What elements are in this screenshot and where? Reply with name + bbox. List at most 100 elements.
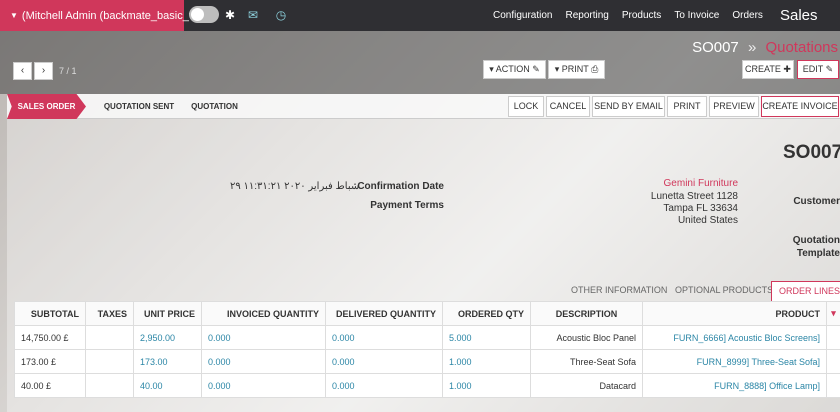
table-row[interactable]: 173.00 £ 173.00 0.000 0.000 1.000 Three-… [14,349,840,374]
caret-down-icon: ▼ [10,11,18,20]
cell-description: Three-Seat Sofa [530,349,643,374]
print-dropdown-button[interactable]: ▾ PRINT ⎙ [548,60,605,79]
column-header-unit-price[interactable]: UNIT PRICE [133,301,202,326]
column-header-subtotal[interactable]: SUBTOTAL [14,301,86,326]
tab-other-information[interactable]: OTHER INFORMATION [571,281,667,301]
cell-product[interactable]: FURN_8888] Office Lamp] [642,373,827,398]
create-button[interactable]: CREATE ✚ [742,60,794,79]
status-sales-order[interactable]: SALES ORDER [7,94,86,119]
column-header-product[interactable]: PRODUCT [642,301,827,326]
order-lines-table: SUBTOTAL TAXES UNIT PRICE INVOICED QUANT… [14,301,840,398]
tab-order-lines[interactable]: ORDER LINES [771,281,840,301]
cell-empty [826,349,840,374]
control-panel: SO007 » Quotations ‹ › 7 / 1 ▾ ACTION ✎ … [0,31,840,94]
cell-empty [826,325,840,350]
menu-configuration[interactable]: Configuration [493,10,552,21]
cell-ordered-qty: 1.000 [442,349,531,374]
breadcrumb: SO007 » Quotations [692,39,838,56]
menu-to-invoice[interactable]: To Invoice [674,10,719,21]
customer-address-line: Tampa FL 33634 [663,203,738,214]
page-title: SO007 [783,142,840,163]
pager-next-button[interactable]: › [34,62,53,80]
cell-invoiced-quantity: 0.000 [201,325,326,350]
print-label: PRINT [561,64,589,74]
cell-taxes [85,349,134,374]
clock-icon[interactable]: ◷ [273,7,289,23]
quotation-template-label: Template [796,248,840,259]
cell-taxes [85,373,134,398]
cell-delivered-quantity: 0.000 [325,373,443,398]
wrench-icon: ✎ [532,64,540,74]
pencil-icon: ✎ [825,64,834,74]
customer-label: Customer [793,196,840,207]
caret-down-icon: ▾ [554,64,560,74]
table-header-row: SUBTOTAL TAXES UNIT PRICE INVOICED QUANT… [14,301,840,326]
pager-value[interactable]: 7 / 1 [59,66,77,76]
optional-columns-caret-icon[interactable]: ▾ [826,301,840,326]
status-quotation-sent[interactable]: QUOTATION SENT [95,94,183,119]
cell-empty [826,373,840,398]
chat-icon[interactable]: ✉ [245,7,261,23]
customer-name-link[interactable]: Gemini Furniture [600,178,738,189]
send-by-email-button[interactable]: SEND BY EMAIL [592,96,665,117]
menu-orders[interactable]: Orders [732,10,763,21]
breadcrumb-separator: » [747,39,757,56]
cell-subtotal: 14,750.00 £ [14,325,86,350]
cell-ordered-qty: 5.000 [442,325,531,350]
cell-description: Acoustic Bloc Panel [530,325,643,350]
cancel-button[interactable]: CANCEL [546,96,590,117]
pager-prev-button[interactable]: ‹ [13,62,32,80]
menu-reporting[interactable]: Reporting [565,10,608,21]
column-header-taxes[interactable]: TAXES [85,301,134,326]
cell-subtotal: 40.00 £ [14,373,86,398]
confirmation-date-label: Confirmation Date [357,181,444,192]
cell-subtotal: 173.00 £ [14,349,86,374]
confirmation-date-value: ۲۹ شباط فبراير ۲۰۲۰ ۱۱:۳۱:۲۱ [230,181,360,192]
cell-invoiced-quantity: 0.000 [201,373,326,398]
column-header-description[interactable]: DESCRIPTION [530,301,643,326]
breadcrumb-current: SO007 [692,39,739,56]
cell-invoiced-quantity: 0.000 [201,349,326,374]
cell-unit-price: 173.00 [133,349,202,374]
bug-icon[interactable]: ✱ [222,7,238,23]
menu-products[interactable]: Products [622,10,661,21]
action-dropdown-button[interactable]: ▾ ACTION ✎ [483,60,546,79]
cell-unit-price: 2,950.00 [133,325,202,350]
cell-ordered-qty: 1.000 [442,373,531,398]
column-header-delivered-quantity[interactable]: DELIVERED QUANTITY [325,301,443,326]
cell-delivered-quantity: 0.000 [325,349,443,374]
cell-delivered-quantity: 0.000 [325,325,443,350]
payment-terms-label: Payment Terms [370,200,444,211]
create-invoice-button[interactable]: CREATE INVOICE [761,96,839,117]
tab-optional-products[interactable]: OPTIONAL PRODUCTS [675,281,773,301]
cell-product[interactable]: FURN_8999] Three-Seat Sofa] [642,349,827,374]
status-quotation[interactable]: QUOTATION [187,94,242,119]
action-label: ACTION [495,64,530,74]
breadcrumb-quotations[interactable]: Quotations [765,39,838,56]
plus-icon: ✚ [783,64,791,74]
table-row[interactable]: 40.00 £ 40.00 0.000 0.000 1.000 Datacard… [14,373,840,398]
column-header-invoiced-quantity[interactable]: INVOICED QUANTITY [201,301,326,326]
customer-address-line: Lunetta Street 1128 [650,191,738,202]
lock-button[interactable]: LOCK [508,96,544,117]
main-menu: Configuration Reporting Products To Invo… [493,0,776,31]
cell-description: Datacard [530,373,643,398]
print-button[interactable]: PRINT [667,96,707,117]
cell-taxes [85,325,134,350]
edit-button[interactable]: EDIT ✎ [797,60,839,79]
app-brand: Sales [780,7,818,24]
column-header-ordered-qty[interactable]: ORDERED QTY [442,301,531,326]
pager: ‹ › 7 / 1 [13,62,77,80]
table-row[interactable]: 14,750.00 £ 2,950.00 0.000 0.000 5.000 A… [14,325,840,350]
status-bar: SALES ORDER QUOTATION SENT QUOTATION LOC… [7,94,840,119]
cell-product[interactable]: FURN_6666] Acoustic Bloc Screens] [642,325,827,350]
preview-button[interactable]: PREVIEW [709,96,759,117]
create-label: CREATE [745,64,781,74]
user-menu[interactable]: ▼ (Mitchell Admin (backmate_basic_v12 [0,0,213,31]
top-navbar: ▼ (Mitchell Admin (backmate_basic_v12 ✱ … [0,0,840,31]
quotation-template-label: Quotation [792,235,840,246]
mode-toggle[interactable] [189,6,219,23]
customer-address-line: United States [677,215,738,226]
printer-icon: ⎙ [591,64,599,74]
user-label: (Mitchell Admin (backmate_basic_v12 [21,9,207,22]
